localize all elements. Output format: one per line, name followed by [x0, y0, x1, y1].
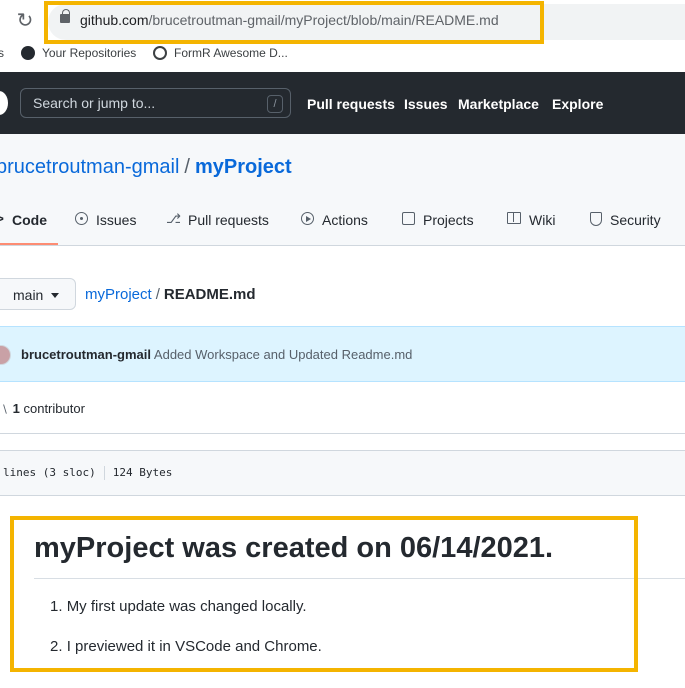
tab-wiki[interactable]: Wiki [507, 212, 555, 244]
list-item-text: I previewed it in VSCode and Chrome. [66, 638, 322, 655]
branch-select-button[interactable]: main [0, 278, 76, 310]
bookmarks-bar: s Your Repositories FormR Awesome D... [0, 44, 685, 64]
tab-code[interactable]: > Code [0, 212, 47, 244]
book-icon [507, 212, 521, 224]
tab-label: Wiki [529, 212, 556, 228]
breadcrumb-repo-link[interactable]: myProject [85, 286, 152, 303]
url-host: github.com [80, 12, 149, 28]
chevron-down-icon [51, 293, 59, 298]
list-item: 2. I previewed it in VSCode and Chrome. [50, 638, 322, 655]
browser-chrome: ↻ github.com/brucetroutman-gmail/myProje… [0, 0, 685, 72]
tab-issues[interactable]: Issues [75, 212, 136, 244]
file-size: 124 Bytes [112, 466, 173, 479]
github-logo-icon[interactable] [0, 91, 8, 115]
shield-icon [590, 212, 602, 226]
tab-label: Code [12, 212, 47, 228]
lock-icon[interactable] [60, 9, 70, 23]
repo-header: brucetroutman-gmail/myProject > Code Iss… [0, 134, 685, 246]
list-item: 1. My first update was changed locally. [50, 598, 307, 615]
file-lines: lines (3 sloc) [3, 466, 96, 479]
people-icon: ∖ [1, 404, 9, 416]
nav-explore[interactable]: Explore [552, 96, 603, 112]
search-shortcut-key: / [267, 95, 283, 113]
pull-request-icon: ⎇ [166, 211, 181, 226]
tab-security[interactable]: Security [590, 212, 661, 244]
github-icon [21, 46, 35, 60]
issue-icon [75, 212, 88, 225]
reload-icon[interactable]: ↻ [14, 10, 36, 32]
play-icon [301, 212, 314, 225]
tab-actions[interactable]: Actions [301, 212, 368, 244]
url-path: /brucetroutman-gmail/myProject/blob/main… [148, 12, 499, 28]
globe-icon [153, 46, 167, 60]
nav-marketplace[interactable]: Marketplace [458, 96, 539, 112]
bookmark-label: Your Repositories [42, 46, 137, 60]
active-tab-underline [0, 243, 58, 245]
project-board-icon [402, 212, 415, 225]
tab-label: Projects [423, 212, 474, 228]
repo-separator: / [184, 156, 190, 178]
readme-heading: myProject was created on 06/14/2021. [34, 532, 554, 564]
commit-summary: brucetroutman-gmail Added Workspace and … [21, 347, 412, 362]
tab-label: Pull requests [188, 212, 269, 228]
avatar[interactable] [0, 345, 11, 365]
commit-message-link[interactable]: Added Workspace and Updated Readme.md [154, 347, 412, 362]
heading-rule [34, 578, 685, 579]
contributors-link[interactable]: ∖ 1 contributor [1, 401, 85, 416]
file-header: lines (3 sloc) 124 Bytes [0, 450, 685, 496]
search-input[interactable]: Search or jump to... / [20, 88, 291, 118]
tab-projects[interactable]: Projects [402, 212, 474, 244]
file-body [0, 496, 685, 688]
contributors-box: ∖ 1 contributor [0, 382, 685, 434]
latest-commit-box: brucetroutman-gmail Added Workspace and … [0, 326, 685, 382]
list-item-text: My first update was changed locally. [66, 598, 307, 615]
commit-author-link[interactable]: brucetroutman-gmail [21, 347, 151, 362]
contributors-count: 1 [12, 401, 20, 416]
tab-label: Actions [322, 212, 368, 228]
breadcrumb: myProject / README.md [85, 286, 256, 303]
repo-name-link[interactable]: myProject [195, 156, 292, 178]
tab-label: Issues [96, 212, 137, 228]
repo-owner-link[interactable]: brucetroutman-gmail [0, 156, 179, 178]
nav-issues[interactable]: Issues [404, 96, 448, 112]
file-info: lines (3 sloc) 124 Bytes [3, 466, 172, 480]
branch-name: main [13, 287, 44, 303]
breadcrumb-file: README.md [163, 286, 256, 303]
nav-pull-requests[interactable]: Pull requests [307, 96, 395, 112]
breadcrumb-separator: / [155, 286, 160, 303]
search-placeholder: Search or jump to... [33, 95, 156, 111]
bookmark-your-repositories[interactable]: Your Repositories [21, 46, 136, 60]
bookmark-formr[interactable]: FormR Awesome D... [153, 46, 288, 60]
code-icon: > [0, 212, 4, 226]
bookmark-item[interactable]: s [0, 46, 4, 60]
bookmark-label: FormR Awesome D... [174, 46, 288, 60]
tab-label: Security [610, 212, 661, 228]
divider [103, 466, 105, 480]
repo-title: brucetroutman-gmail / myProject [0, 156, 292, 179]
github-header: Search or jump to... / Pull requests Iss… [0, 72, 685, 134]
tab-pull-requests[interactable]: ⎇ Pull requests [166, 212, 269, 244]
contributors-label: contributor [23, 401, 85, 416]
url-text[interactable]: github.com/brucetroutman-gmail/myProject… [80, 12, 499, 28]
bookmark-label: s [0, 46, 4, 60]
